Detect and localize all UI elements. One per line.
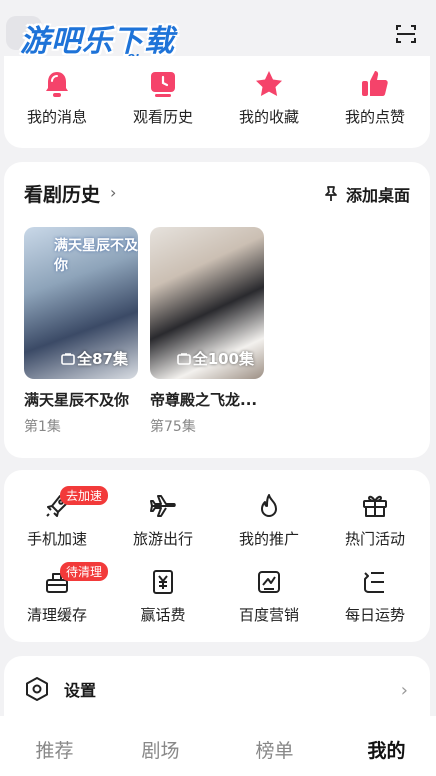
settings-row[interactable]: 设置 <box>24 676 96 702</box>
gift-icon <box>363 495 387 517</box>
hot-events-button[interactable]: 热门活动 <box>322 492 428 549</box>
episodes-icon <box>61 352 75 365</box>
history-title[interactable]: 看剧历史 <box>24 180 100 207</box>
my-favorites-button[interactable]: 我的收藏 <box>216 56 322 127</box>
travel-button[interactable]: 旅游出行 <box>110 492 216 549</box>
service-label: 清理缓存 <box>26 606 87 624</box>
service-label: 热门活动 <box>344 530 405 548</box>
my-promotion-button[interactable]: 我的推广 <box>216 492 322 549</box>
drama-name: 满天星辰不及你 <box>24 391 130 409</box>
scan-icon[interactable] <box>394 22 418 46</box>
drama-poster[interactable]: 满天星辰不及你 全87集 <box>24 227 138 379</box>
episode-count-badge: 全87集 <box>61 348 128 369</box>
win-phone-credit-button[interactable]: 赢话费 <box>110 568 216 625</box>
tab-mine[interactable]: 我的 <box>332 736 436 763</box>
chart-icon <box>258 571 280 593</box>
episodes-icon <box>176 352 191 365</box>
phone-boost-button[interactable]: 去加速 手机加速 <box>4 486 110 549</box>
service-label: 手机加速 <box>26 530 87 548</box>
bottom-tab-bar: 推荐 剧场 榜单 我的 <box>0 716 436 776</box>
drama-poster[interactable]: 全100集 <box>150 227 264 379</box>
flame-icon <box>261 494 277 517</box>
my-likes-button[interactable]: 我的点赞 <box>322 56 428 127</box>
plane-icon <box>150 495 176 517</box>
drama-episode: 第75集 <box>150 419 196 435</box>
daily-fortune-button[interactable]: 每日运势 <box>322 568 428 625</box>
history-icon <box>151 72 175 97</box>
service-label: 我的推广 <box>238 530 299 548</box>
bell-icon <box>46 72 68 97</box>
add-to-desktop-button[interactable]: 添加桌面 <box>322 182 410 206</box>
clear-badge: 待清理 <box>60 562 109 581</box>
top-bar: 游吧乐下载 y8l.com <box>0 0 436 65</box>
tab-rankings[interactable]: 榜单 <box>220 736 329 763</box>
quick-label-likes: 我的点赞 <box>344 108 405 126</box>
watch-history-button[interactable]: 观看历史 <box>110 56 216 127</box>
service-label: 每日运势 <box>344 606 405 624</box>
tab-recommend[interactable]: 推荐 <box>0 736 109 763</box>
services-card: 去加速 手机加速 旅游出行 我的推广 热门活动 待清理 清理缓存 赢话费 百度营… <box>4 470 430 642</box>
settings-label: 设置 <box>64 681 97 700</box>
pin-icon <box>325 186 337 201</box>
yuan-icon <box>153 570 173 594</box>
poster-title-text: 满天星辰不及你 <box>54 238 138 274</box>
service-label: 百度营销 <box>238 606 299 624</box>
service-label: 旅游出行 <box>132 530 193 548</box>
settings-hex-icon <box>26 677 48 701</box>
boost-badge: 去加速 <box>60 486 109 505</box>
service-label: 赢话费 <box>140 606 186 624</box>
episode-total: 全87集 <box>77 350 128 368</box>
history-item[interactable]: 全100集 帝尊殿之飞龙... 第75集 <box>150 227 264 436</box>
watermark: 游吧乐下载 y8l.com <box>20 16 175 65</box>
add-to-desktop-label: 添加桌面 <box>345 186 410 205</box>
quick-actions-card: 我的消息 观看历史 我的收藏 我的点赞 <box>4 56 430 148</box>
drama-name: 帝尊殿之飞龙... <box>150 391 258 409</box>
chevron-right-icon[interactable]: › <box>110 183 116 202</box>
baidu-marketing-button[interactable]: 百度营销 <box>216 568 322 625</box>
episode-count-badge: 全100集 <box>176 348 254 369</box>
quick-label-favorites: 我的收藏 <box>238 108 299 126</box>
thumbs-up-icon <box>362 71 388 96</box>
my-messages-button[interactable]: 我的消息 <box>4 56 110 127</box>
quick-label-history: 观看历史 <box>132 108 193 126</box>
history-item[interactable]: 满天星辰不及你 全87集 满天星辰不及你 第1集 <box>24 227 138 436</box>
clear-cache-button[interactable]: 待清理 清理缓存 <box>4 562 110 625</box>
episode-total: 全100集 <box>192 350 254 368</box>
watch-history-card: 看剧历史 › 添加桌面 满天星辰不及你 全87集 满天星辰不及你 第1集 全10… <box>4 162 430 458</box>
chevron-right-icon: › <box>400 680 408 701</box>
star-icon <box>256 71 282 96</box>
fortune-icon <box>364 572 384 593</box>
tab-theater[interactable]: 剧场 <box>106 736 215 763</box>
quick-label-messages: 我的消息 <box>26 108 87 126</box>
drama-episode: 第1集 <box>24 419 61 435</box>
